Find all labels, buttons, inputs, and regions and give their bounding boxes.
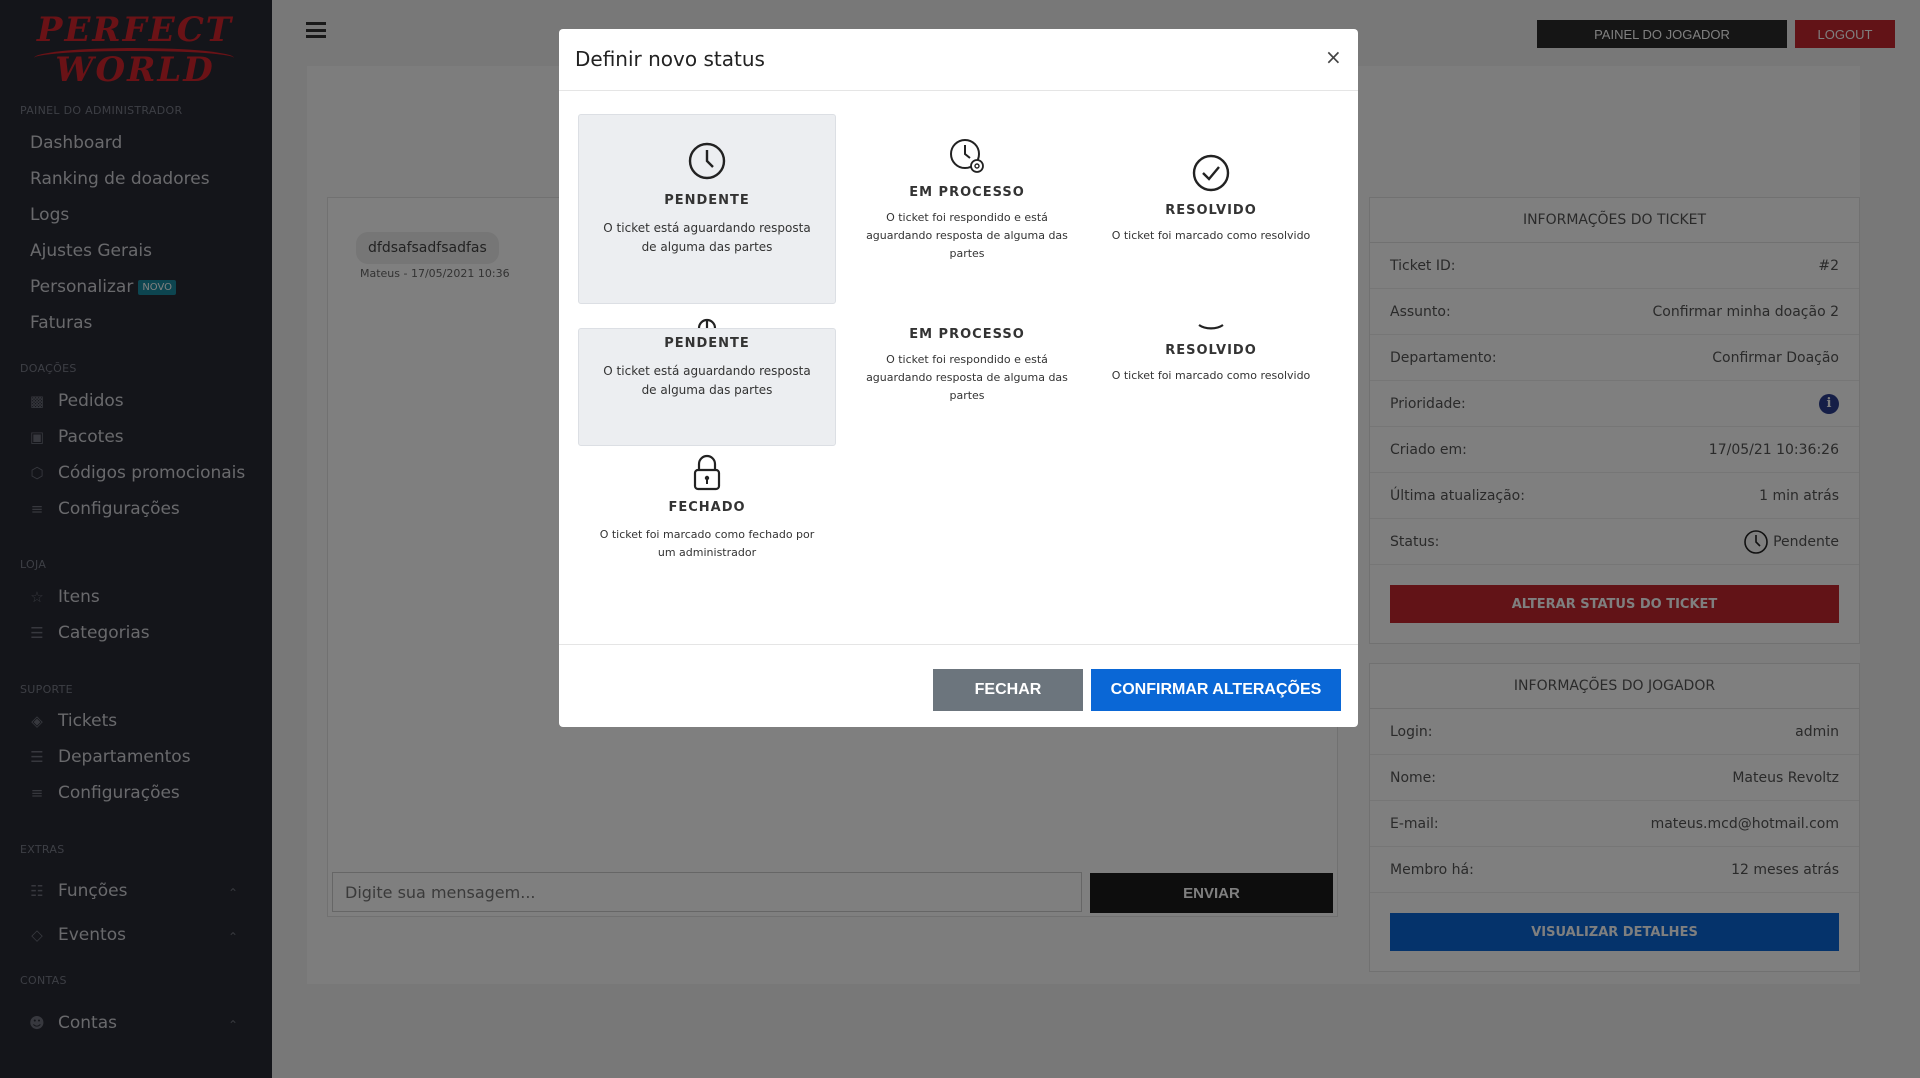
check-circle-icon: [1198, 324, 1224, 330]
modal-header: Definir novo status ×: [559, 29, 1358, 91]
lock-icon: [693, 454, 721, 491]
status-option-pendente[interactable]: PENDENTE O ticket está aguardando respos…: [578, 328, 836, 446]
status-description: O ticket foi respondido e está aguardand…: [866, 211, 1068, 260]
status-option-resolvido[interactable]: RESOLVIDO O ticket foi marcado como reso…: [1082, 324, 1340, 404]
status-option-em-processo[interactable]: EM PROCESSO O ticket foi respondido e es…: [838, 327, 1096, 417]
status-option-fechado[interactable]: FECHADO O ticket foi marcado como fechad…: [578, 453, 836, 583]
status-modal: Definir novo status × PENDENTE O ticket …: [559, 29, 1358, 727]
status-name: PENDENTE: [664, 193, 750, 208]
status-description: O ticket foi marcado como fechado por um…: [599, 528, 815, 559]
modal-title: Definir novo status: [575, 47, 765, 71]
status-description: O ticket está aguardando resposta de alg…: [603, 221, 811, 254]
clock-icon: [688, 142, 726, 180]
status-option-pendente[interactable]: PENDENTE O ticket está aguardando respos…: [578, 114, 836, 304]
status-name: RESOLVIDO: [1165, 203, 1257, 218]
modal-footer-divider: [559, 644, 1358, 645]
close-modal-button[interactable]: FECHAR: [933, 669, 1083, 711]
status-description: O ticket está aguardando resposta de alg…: [603, 364, 811, 397]
status-description: O ticket foi marcado como resolvido: [1111, 369, 1311, 382]
status-name: FECHADO: [668, 500, 746, 515]
status-description: O ticket foi respondido e está aguardand…: [866, 353, 1068, 402]
status-name: EM PROCESSO: [909, 185, 1025, 200]
status-name: EM PROCESSO: [909, 327, 1025, 342]
close-icon[interactable]: ×: [1325, 45, 1342, 69]
status-name: PENDENTE: [664, 336, 750, 351]
status-name: RESOLVIDO: [1165, 343, 1257, 358]
clock-gear-icon: [950, 139, 984, 173]
status-description: O ticket foi marcado como resolvido: [1111, 229, 1311, 242]
status-option-resolvido[interactable]: RESOLVIDO O ticket foi marcado como reso…: [1082, 153, 1340, 263]
confirm-changes-button[interactable]: CONFIRMAR ALTERAÇÕES: [1091, 669, 1341, 711]
status-option-em-processo[interactable]: EM PROCESSO O ticket foi respondido e es…: [838, 137, 1096, 287]
clock-icon: [697, 318, 717, 328]
check-circle-icon: [1192, 154, 1230, 192]
